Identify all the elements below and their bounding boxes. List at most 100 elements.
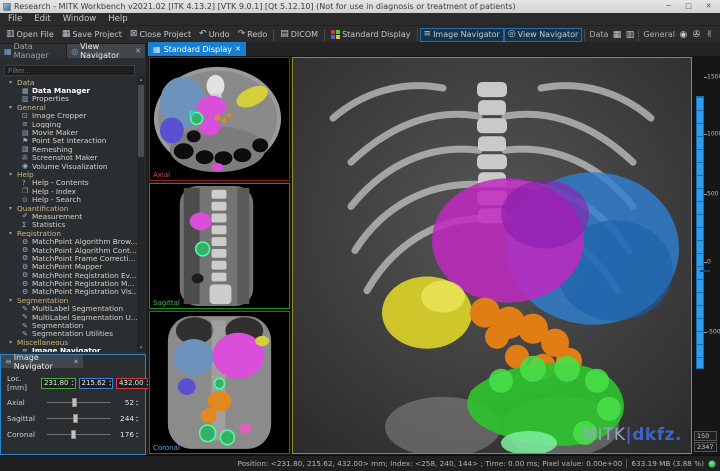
tree-item-volume-visualization[interactable]: ◉ Volume Visualization [0,162,137,170]
menu-item-window[interactable]: Window [57,14,103,24]
tree-category-registration[interactable]: ▾ Registration [0,229,137,237]
tree-item-matchpoint-registration-vis[interactable]: ⚙ MatchPoint Registration Vis... [0,288,137,296]
slider-handle[interactable] [72,398,78,407]
tree-item-segmentation-utilities[interactable]: ✎ Segmentation Utilities [0,330,137,338]
camera-button[interactable]: ✇ [690,28,703,42]
collapse-arrow-icon: ▾ [9,78,13,86]
loc-spinbox-0[interactable]: 231.80 ▴ ▾ [41,377,76,389]
close-project-button[interactable]: ⊠ Close Project [126,28,195,42]
coronal-slider[interactable] [47,430,111,439]
spin-down-icon[interactable]: ▾ [72,383,74,387]
gear-icon: ⚙ [22,287,29,296]
spin-down-icon[interactable]: ▾ [136,434,138,439]
minimize-button[interactable]: ─ [660,0,677,13]
level-marker[interactable] [700,270,710,272]
tree-item-help-search[interactable]: ⊙ Help - Search [0,195,137,203]
tree-item-screenshot-maker[interactable]: ✇ Screenshot Maker [0,154,137,162]
viewport-coronal[interactable]: Coronal [149,311,290,454]
tree-item-properties[interactable]: ▥ Properties [0,95,137,103]
spin-arrows[interactable]: ▴▾ [135,414,139,423]
pin-button[interactable]: ⚑ [716,28,720,42]
tree-item-help-contents[interactable]: ? Help - Contents [0,179,137,187]
tree-item-multilabel-segmentation[interactable]: ✎ MultiLabel Segmentation [0,305,137,313]
tree-item-segmentation[interactable]: ✎ Segmentation [0,321,137,329]
sagittal-slider[interactable] [47,414,111,423]
tab-standard-display[interactable]: ▦ Standard Display ✕ [148,42,246,56]
save-project-button[interactable]: ▦ Save Project [58,28,126,42]
tree-category-general[interactable]: ▾ General [0,103,137,111]
spin-down-icon[interactable]: ▾ [136,402,138,407]
tab-view-navigator[interactable]: ◎ View Navigator ✕ [67,42,146,60]
spin-down-icon[interactable]: ▾ [109,383,111,387]
tree-category-segmentation[interactable]: ▾ Segmentation [0,296,137,304]
slider-handle[interactable] [73,414,79,423]
spin-arrows[interactable]: ▴▾ [135,430,139,439]
table-button[interactable]: ▦ [610,28,623,42]
volume-rendering-image [293,58,691,453]
menu-item-help[interactable]: Help [102,14,133,24]
eye-button[interactable]: ◉ [677,28,690,42]
tree-item-movie-maker[interactable]: ▤ Movie Maker [0,128,137,136]
book-icon: ❐ [22,187,29,196]
tree-item-matchpoint-registration-m[interactable]: ⚙ MatchPoint Registration M... [0,279,137,287]
level-window-slider[interactable] [696,96,710,369]
close-icon[interactable]: ✕ [135,47,141,55]
tree-category-data[interactable]: ▾ Data [0,78,137,86]
image-navigator-button[interactable]: ≡ Image Navigator [419,27,504,42]
properties-button[interactable]: ▥ [623,28,636,42]
tree-item-matchpoint-registration-ev[interactable]: ⚙ MatchPoint Registration Ev... [0,271,137,279]
viewport-sagittal[interactable]: Sagittal [149,183,290,309]
scroll-down-icon[interactable]: ▾ [137,344,145,352]
spin-arrows[interactable]: ▴▾ [108,379,112,387]
maximize-button[interactable]: □ [680,0,697,13]
viewport-axial[interactable]: Axial [149,57,290,181]
hand-button[interactable]: ✌ [703,28,716,42]
redo-arrow-icon: ↷ [237,29,246,39]
slider-handle[interactable] [70,430,76,439]
tree-item-matchpoint-frame-correcti[interactable]: ⚙ MatchPoint Frame Correcti... [0,254,137,262]
tree-item-measurement[interactable]: ✐ Measurement [0,212,137,220]
scroll-up-icon[interactable]: ▴ [137,76,145,84]
close-icon[interactable]: ✕ [235,45,241,53]
dicom-button[interactable]: ▤ DICOM [276,28,322,42]
loc-spinbox-1[interactable]: 215.62 ▴ ▾ [78,377,114,389]
tree-item-remeshing[interactable]: ▧ Remeshing [0,145,137,153]
close-button[interactable]: ✕ [700,0,717,13]
loc-spinbox-2[interactable]: 432.00▴▾ [116,377,151,389]
tab-image-navigator[interactable]: ≡ Image Navigator ✕ [1,353,83,371]
tree-item-image-navigator[interactable]: ≡ Image Navigator [0,347,137,353]
tree-item-statistics[interactable]: Σ Statistics [0,221,137,229]
tree-item-point-set-interaction[interactable]: ⚑ Point Set Interaction [0,137,137,145]
tree-item-multilabel-segmentation-u[interactable]: ✎ MultiLabel Segmentation U... [0,313,137,321]
open-file-button[interactable]: ▥ Open File [2,28,58,42]
spin-down-icon[interactable]: ▾ [136,418,138,423]
gear-icon: ⚙ [22,237,29,246]
menu-item-edit[interactable]: Edit [28,14,56,24]
level-window-values: 150 2347 [694,430,717,452]
menu-item-file[interactable]: File [2,14,28,24]
standard-display-button[interactable]: Standard Display [327,28,414,42]
spin-arrows[interactable]: ▴▾ [135,398,139,407]
tree-item-image-cropper[interactable]: ⊡ Image Cropper [0,112,137,120]
tree-item-matchpoint-algorithm-cont[interactable]: ⚙ MatchPoint Algorithm Cont... [0,246,137,254]
tree-category-help[interactable]: ▾ Help [0,170,137,178]
spin-arrows[interactable]: ▴▾ [71,379,75,387]
view-navigator-button[interactable]: ◎ View Navigator [503,27,583,42]
tree-category-quantification[interactable]: ▾ Quantification [0,204,137,212]
tree-item-matchpoint-algorithm-brow[interactable]: ⚙ MatchPoint Algorithm Brow... [0,237,137,245]
tree-item-data-manager[interactable]: ▦ Data Manager [0,86,137,94]
image-navigator-body: Loc. [mm] 231.80▴▾215.62▴▾432.00▴▾ Axial… [1,368,151,439]
redo-button[interactable]: ↷ Redo [234,28,272,42]
scrollbar-thumb[interactable] [138,85,144,157]
viewport-3d[interactable]: MITK|dkfz. [292,57,692,454]
axial-slider[interactable] [47,398,111,407]
undo-button[interactable]: ↶ Undo [195,28,233,42]
tree-scrollbar[interactable]: ▴ ▾ [137,76,145,352]
tree-category-miscellaneous[interactable]: ▾ Miscellaneous [0,338,137,346]
tree-item-logging[interactable]: ≡ Logging [0,120,137,128]
tree-item-matchpoint-mapper[interactable]: ⚙ MatchPoint Mapper [0,263,137,271]
tree-item-help-index[interactable]: ❐ Help - Index [0,187,137,195]
filter-input[interactable] [4,65,135,76]
tab-data-manager[interactable]: ▦ Data Manager [0,42,68,60]
close-icon[interactable]: ✕ [73,358,79,366]
